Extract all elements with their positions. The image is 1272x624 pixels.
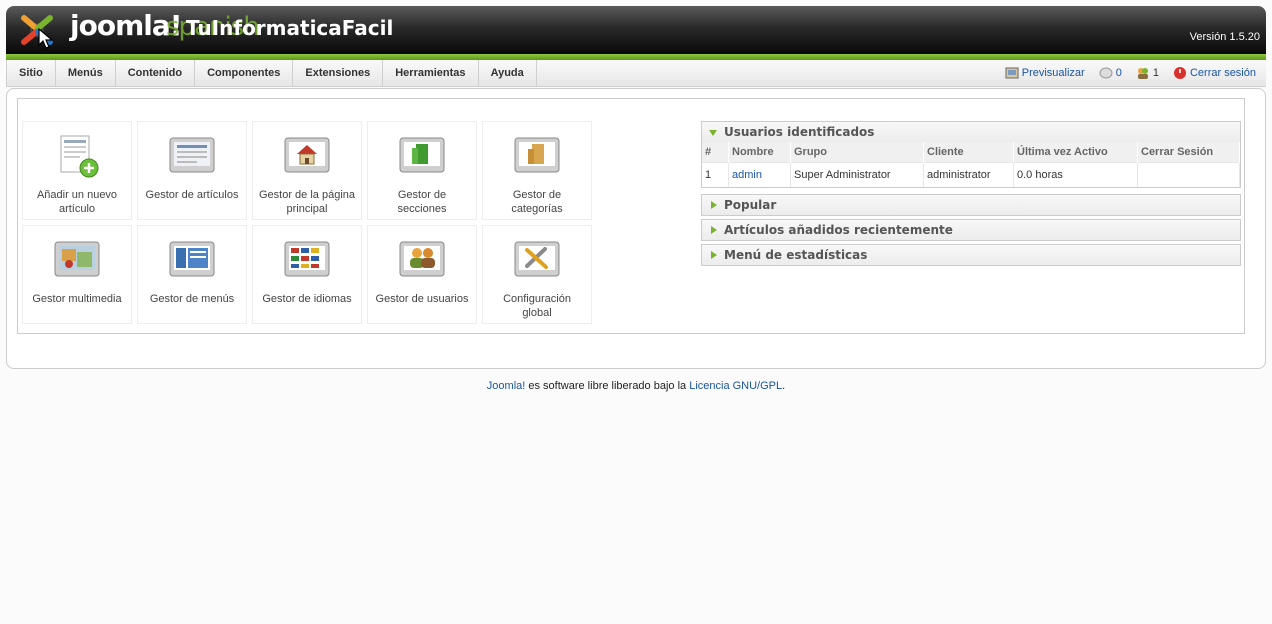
col-group: Grupo	[790, 142, 924, 163]
recent-articles-panel: Artículos añadidos recientemente	[701, 219, 1241, 241]
users-online-count: 1	[1152, 67, 1159, 79]
preview-link[interactable]: Previsualizar	[1005, 66, 1085, 80]
logged-users-header[interactable]: Usuarios identificados	[702, 122, 1240, 142]
menu-sitio[interactable]: Sitio	[6, 60, 56, 86]
menu-icon	[169, 241, 215, 277]
mouse-cursor-icon	[38, 28, 54, 49]
panel-title: Usuarios identificados	[724, 125, 875, 139]
quickicon-menus[interactable]: Gestor de menús	[137, 225, 247, 324]
quickicon-article-manager[interactable]: Gestor de artículos	[137, 121, 247, 220]
stats-panel: Menú de estadísticas	[701, 244, 1241, 266]
footer-end: .	[782, 380, 786, 392]
user-link[interactable]: admin	[732, 169, 762, 181]
cell-num: 1	[702, 162, 729, 187]
collapse-arrow-icon	[711, 201, 717, 209]
quickicon-languages[interactable]: Gestor de idiomas	[252, 225, 362, 324]
control-panel: Añadir un nuevo artículo Gestor de artíc…	[17, 98, 1245, 334]
cell-name: admin	[728, 162, 791, 187]
main-panel: Añadir un nuevo artículo Gestor de artíc…	[6, 88, 1266, 369]
logout-label[interactable]: Cerrar sesión	[1190, 67, 1256, 79]
footer-text: es software libre liberado bajo la	[525, 380, 690, 392]
col-client: Cliente	[923, 142, 1014, 163]
quickicon-categories[interactable]: Gestor de categorías	[482, 121, 592, 220]
version-label: Versión 1.5.20	[1189, 31, 1260, 43]
logged-users-table: # Nombre Grupo Cliente Última vez Activo…	[702, 142, 1240, 187]
stats-header[interactable]: Menú de estadísticas	[702, 245, 1240, 265]
menu-contenido[interactable]: Contenido	[116, 60, 196, 86]
quickicon-users[interactable]: Gestor de usuarios	[367, 225, 477, 324]
recent-articles-header[interactable]: Artículos añadidos recientemente	[702, 220, 1240, 240]
cell-last-active: 0.0 horas	[1013, 162, 1138, 187]
quickicon-add-article[interactable]: Añadir un nuevo artículo	[22, 121, 132, 220]
quickicon-sections[interactable]: Gestor de secciones	[367, 121, 477, 220]
footer: Joomla! es software libre liberado bajo …	[0, 380, 1272, 392]
frontpage-icon	[284, 137, 330, 173]
quickicon-label: Gestor de idiomas	[262, 293, 352, 305]
joomla-link[interactable]: Joomla!	[487, 380, 526, 392]
site-name: TuInformaticaFacil	[186, 16, 394, 40]
article-manager-icon	[169, 137, 215, 173]
language-icon	[284, 241, 330, 277]
users-icon	[1137, 68, 1148, 79]
logo-text: joomla!	[70, 9, 183, 42]
col-logout: Cerrar Sesión	[1137, 142, 1240, 163]
users-online-status: 1	[1136, 66, 1159, 80]
quickicon-label: Gestor de categorías	[511, 189, 563, 215]
menu-extensiones[interactable]: Extensiones	[293, 60, 384, 86]
popular-panel: Popular	[701, 194, 1241, 216]
col-last-active: Última vez Activo	[1013, 142, 1138, 163]
col-name: Nombre	[728, 142, 791, 163]
cell-client: administrator	[923, 162, 1014, 187]
popular-header[interactable]: Popular	[702, 195, 1240, 215]
menu-ayuda[interactable]: Ayuda	[479, 60, 537, 86]
collapse-arrow-icon	[711, 251, 717, 259]
panel-title: Popular	[724, 198, 777, 212]
quickicon-label: Gestor de artículos	[145, 189, 239, 201]
quickicon-label: Gestor de menús	[149, 293, 235, 305]
menu-componentes[interactable]: Componentes	[195, 60, 294, 86]
panel-title: Menú de estadísticas	[724, 248, 868, 262]
logout-link[interactable]: Cerrar sesión	[1173, 66, 1256, 80]
quickicon-frontpage[interactable]: Gestor de la página principal	[252, 121, 362, 220]
category-icon	[514, 137, 560, 173]
quickicon-label: Gestor multimedia	[32, 293, 122, 305]
quickicon-label: Gestor de secciones	[397, 189, 447, 215]
quickicon-media[interactable]: Gestor multimedia	[22, 225, 132, 324]
messages-status[interactable]: 0	[1099, 66, 1122, 80]
license-link[interactable]: Licencia GNU/GPL	[689, 380, 782, 392]
logged-users-panel: Usuarios identificados # Nombre Grupo Cl…	[701, 121, 1241, 188]
panel-title: Artículos añadidos recientemente	[724, 223, 953, 237]
header: joomla! spanish TuInformaticaFacil Versi…	[6, 6, 1266, 60]
preview-label[interactable]: Previsualizar	[1022, 67, 1085, 79]
menu-herramientas[interactable]: Herramientas	[383, 60, 479, 86]
menu-bar: Sitio Menús Contenido Componentes Extens…	[6, 60, 1266, 87]
logout-icon	[1173, 67, 1186, 79]
user-icon	[399, 241, 445, 277]
messages-count[interactable]: 0	[1116, 67, 1122, 79]
menu-menus[interactable]: Menús	[56, 60, 116, 86]
table-row: 1 admin Super Administrator administrato…	[702, 162, 1240, 187]
quickicon-label: Configuración global	[503, 293, 571, 319]
config-icon	[514, 241, 560, 277]
collapse-arrow-icon	[711, 226, 717, 234]
preview-icon	[1005, 67, 1019, 79]
status-bar: Previsualizar 0 1 Cerrar sesión	[1005, 60, 1256, 86]
media-icon	[54, 241, 100, 277]
quickicon-global-config[interactable]: Configuración global	[482, 225, 592, 324]
section-icon	[399, 137, 445, 173]
quickicon-label: Gestor de usuarios	[375, 293, 469, 305]
quickicon-label: Gestor de la página principal	[258, 189, 355, 215]
expand-arrow-icon	[709, 130, 717, 136]
cell-logout	[1137, 162, 1240, 187]
cell-group: Super Administrator	[790, 162, 924, 187]
add-article-icon	[60, 135, 99, 178]
quickicon-label: Añadir un nuevo artículo	[36, 189, 118, 215]
messages-icon	[1099, 67, 1113, 79]
col-num: #	[702, 142, 729, 163]
